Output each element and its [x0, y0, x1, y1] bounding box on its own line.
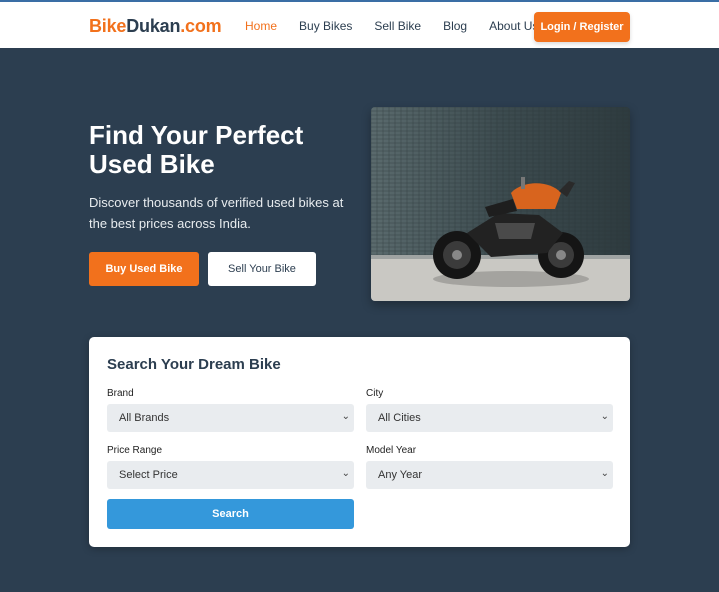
nav-home[interactable]: Home [245, 19, 277, 33]
chevron-down-icon: ⌄ [341, 468, 350, 479]
chevron-down-icon: ⌄ [600, 468, 609, 479]
search-card: Search Your Dream Bike Brand All Brands … [89, 337, 630, 547]
motorcycle-photo-icon [371, 107, 630, 301]
logo-part-dukan: Dukan [126, 16, 181, 36]
hero-motorcycle-image [371, 107, 630, 301]
nav-about-us[interactable]: About Us [489, 19, 538, 33]
model-year-label: Model Year [366, 445, 417, 456]
model-year-select[interactable]: Any Year ⌄ [366, 461, 613, 489]
nav-sell-bike[interactable]: Sell Bike [374, 19, 421, 33]
price-range-label: Price Range [107, 445, 163, 456]
city-select[interactable]: All Cities ⌄ [366, 404, 613, 432]
top-navbar: BikeDukan.com Home Buy Bikes Sell Bike B… [0, 0, 719, 48]
logo-part-com: .com [180, 16, 222, 36]
hero-title: Find Your Perfect Used Bike [89, 120, 304, 179]
chevron-down-icon: ⌄ [341, 411, 350, 422]
sell-your-bike-button[interactable]: Sell Your Bike [208, 252, 316, 286]
hero-subtitle: Discover thousands of verified used bike… [89, 195, 344, 231]
city-label: City [366, 388, 384, 399]
logo-part-bike: Bike [89, 16, 127, 36]
chevron-down-icon: ⌄ [600, 411, 609, 422]
brand-select-value: All Brands [119, 412, 170, 424]
nav-blog[interactable]: Blog [443, 19, 467, 33]
nav-buy-bikes[interactable]: Buy Bikes [299, 19, 352, 33]
search-title: Search Your Dream Bike [107, 356, 281, 373]
login-register-button[interactable]: Login / Register [534, 12, 630, 42]
site-logo[interactable]: BikeDukan.com [89, 16, 222, 37]
model-year-select-value: Any Year [378, 469, 423, 481]
price-range-select[interactable]: Select Price ⌄ [107, 461, 354, 489]
brand-label: Brand [107, 388, 134, 399]
main-nav: Home Buy Bikes Sell Bike Blog About Us [245, 19, 560, 33]
buy-used-bike-button[interactable]: Buy Used Bike [89, 252, 199, 286]
city-select-value: All Cities [378, 412, 421, 424]
brand-select[interactable]: All Brands ⌄ [107, 404, 354, 432]
price-range-select-value: Select Price [119, 469, 178, 481]
search-button[interactable]: Search [107, 499, 354, 529]
